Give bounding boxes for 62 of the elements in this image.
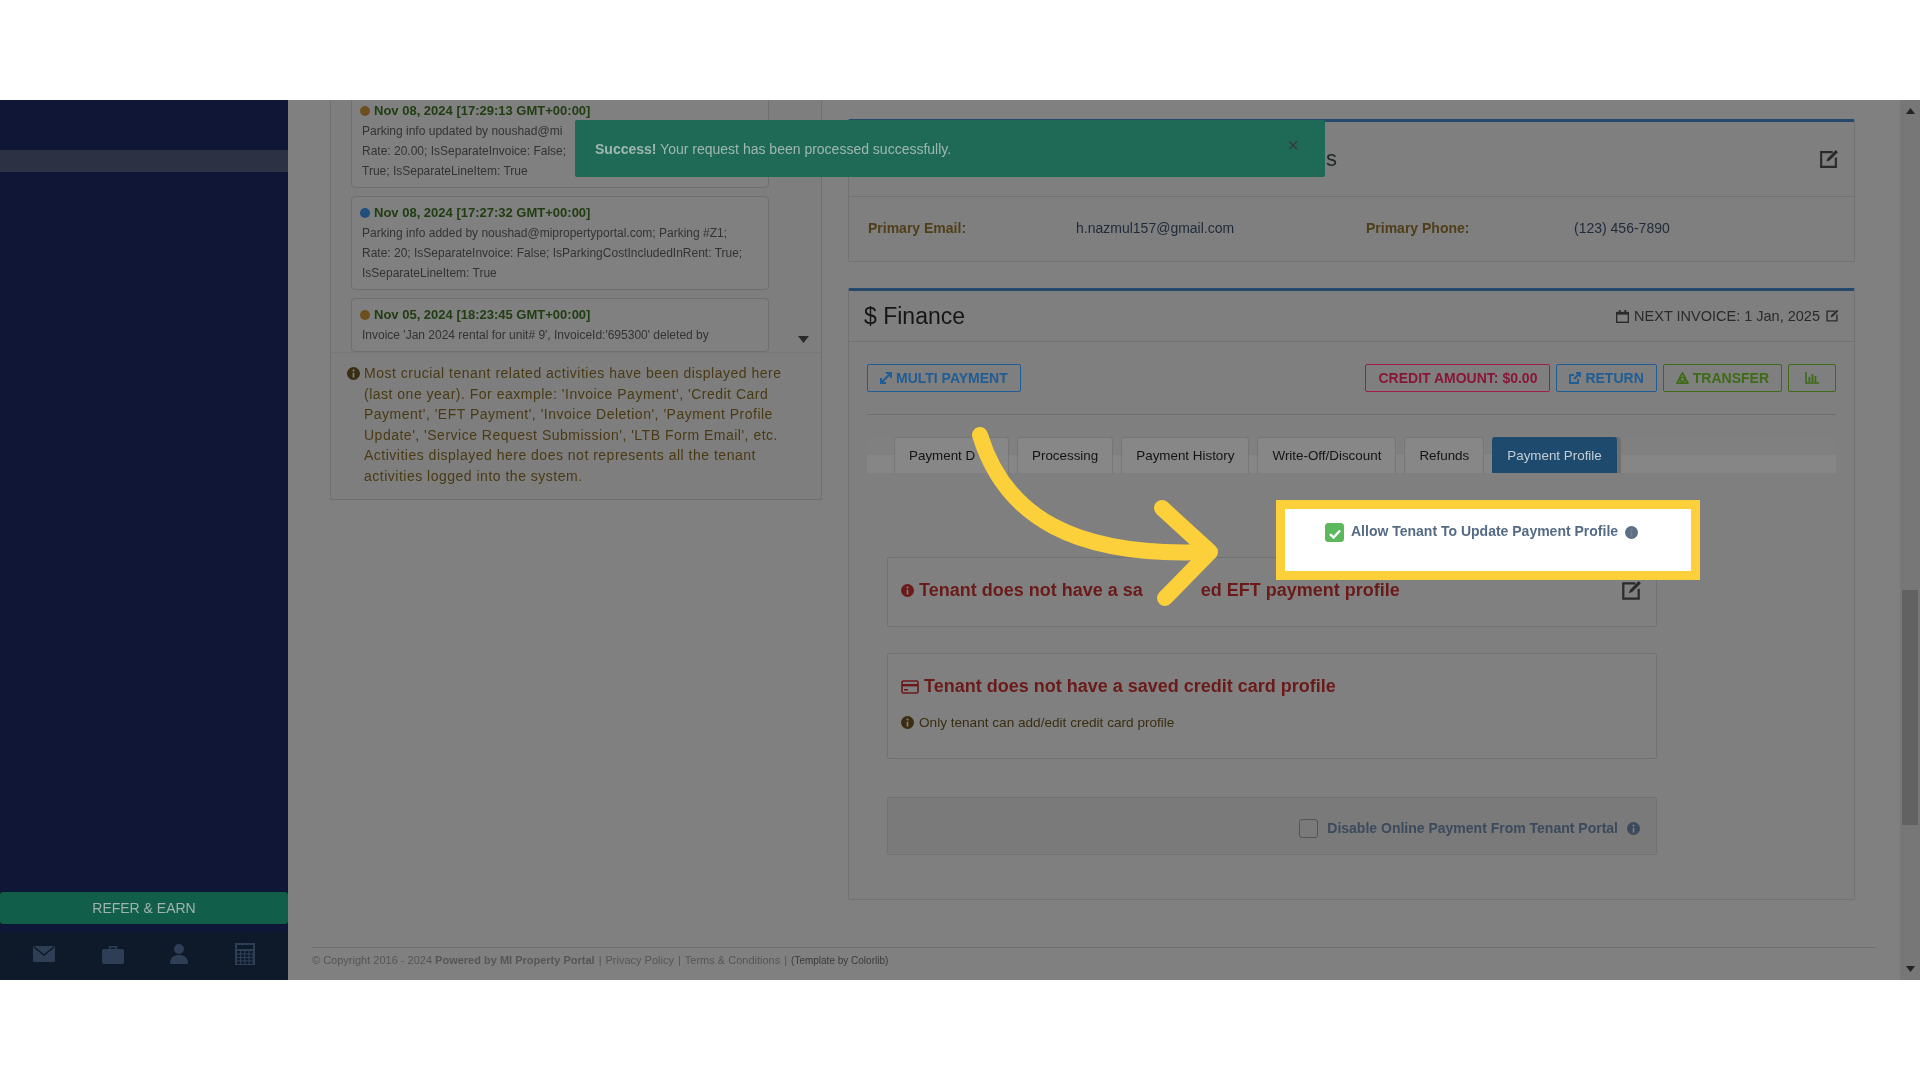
separator: |	[784, 954, 788, 966]
info-icon	[1625, 526, 1639, 539]
edit-icon[interactable]	[1825, 309, 1839, 323]
activity-text: IsSeparateLineItem: True	[362, 265, 497, 282]
separator: |	[677, 954, 681, 966]
expand-icon	[880, 372, 892, 384]
next-invoice-date: NEXT INVOICE: 1 Jan, 2025	[1634, 308, 1820, 324]
info-note: Most crucial tenant related activities have been displayed here (last one year). For eaxmple: 'Invoice Payment', 'Credit Card Payment', 'EFT Payment', 'Invoice Deletion', 'Payment Profile Update', 'Service Request Submission', 'LTB Form Email', etc. Activities displayed here does not represents all the tenant activities logged into the system.	[364, 364, 783, 486]
chart-button[interactable]	[1788, 364, 1836, 392]
field-value: h.nazmul157@gmail.com	[1076, 220, 1236, 236]
sidebar-item[interactable]	[0, 150, 288, 172]
info-icon	[901, 716, 914, 729]
external-link-icon	[1569, 372, 1582, 384]
edit-icon[interactable]	[1620, 580, 1642, 602]
activity-text: Parking info updated by noushad@mi	[362, 123, 563, 140]
bar-chart-icon	[1805, 372, 1819, 384]
field-label: Primary Email:	[868, 220, 968, 236]
tab[interactable]: Write-Off/Discount	[1257, 437, 1397, 473]
scrollbar[interactable]	[1900, 100, 1920, 980]
info-icon	[901, 584, 914, 597]
separator: |	[598, 954, 602, 966]
warning-title: Tenant does not have a saved credit card profile	[924, 676, 1336, 697]
checkbox-label: Allow Tenant To Update Payment Profile	[1351, 523, 1619, 539]
checkbox[interactable]	[1299, 818, 1319, 838]
checkbox-label: Disable Online Payment From Tenant Portal	[1327, 820, 1618, 836]
tab[interactable]: Refunds	[1404, 437, 1485, 473]
scroll-down-icon[interactable]	[1905, 966, 1915, 972]
tab[interactable]: Processing	[1017, 437, 1114, 473]
activity-text: Invoice 'Jan 2024 rental for unit# 9', InvoiceId:'695300' deleted by	[362, 327, 709, 344]
card-title: s	[1326, 146, 1337, 172]
credit-amount-button[interactable]: CREDIT AMOUNT: $0.00	[1365, 364, 1551, 392]
checkbox[interactable]	[1325, 523, 1344, 542]
user-icon[interactable]	[170, 944, 189, 964]
mail-icon[interactable]	[33, 946, 56, 962]
scroll-up-icon[interactable]	[1905, 108, 1915, 114]
activity-text: Parking info added by noushad@mipropertyportal.com; Parking #Z1;	[362, 225, 728, 242]
calendar-icon	[1616, 309, 1630, 323]
activity-date: Nov 05, 2024 [18:23:45 GMT+00:00]	[374, 306, 591, 324]
field-label: Primary Phone:	[1366, 220, 1471, 236]
warning-title: ed EFT payment profile	[1200, 580, 1400, 601]
card-title: $ Finance	[864, 302, 965, 330]
check-icon	[1328, 529, 1341, 539]
toast-message: Success! Your request has been processed successfully.	[595, 140, 952, 157]
field-value: (123) 456-7890	[1574, 220, 1671, 236]
scroll-down-icon[interactable]	[798, 336, 809, 343]
warning-title: Tenant does not have a sa	[919, 580, 1143, 601]
briefcase-icon[interactable]	[101, 944, 124, 964]
edit-icon[interactable]	[1818, 148, 1839, 170]
refer-earn-button[interactable]: REFER & EARN	[0, 892, 288, 924]
info-note: Only tenant can add/edit credit card profile	[919, 715, 1175, 730]
close-button[interactable]: ×	[1281, 134, 1305, 157]
activity-text: Rate: 20.00; IsSeparateInvoice: False;	[362, 143, 567, 160]
activity-date: Nov 08, 2024 [17:29:13 GMT+00:00]	[374, 102, 591, 120]
credit-card-icon	[901, 679, 919, 694]
activity-text: Rate: 20; IsSeparateInvoice: False; IsParkingCostIncludedInRent: True;	[362, 245, 743, 262]
info-icon	[1627, 821, 1640, 835]
activity-date: Nov 08, 2024 [17:27:32 GMT+00:00]	[374, 204, 591, 222]
calculator-icon[interactable]	[234, 943, 255, 965]
info-icon	[347, 367, 360, 380]
activity-text: True; IsSeparateLineItem: True	[362, 163, 528, 180]
template-credit: (Template by Colorlib)	[791, 955, 889, 966]
tab[interactable]: Payment History	[1121, 437, 1250, 473]
